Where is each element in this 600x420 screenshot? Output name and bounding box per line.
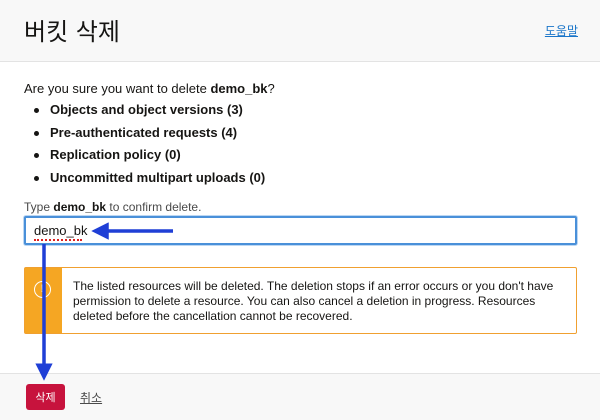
list-item: Uncommitted multipart uploads (0)	[30, 167, 265, 190]
cancel-link[interactable]: 취소	[80, 389, 102, 406]
dialog-footer: 삭제 취소	[0, 373, 600, 420]
resource-label: Uncommitted multipart uploads (0)	[50, 169, 266, 185]
confirm-label: Type demo_bk to confirm delete.	[24, 200, 201, 214]
list-item: Pre-authenticated requests (4)	[30, 122, 265, 145]
question-suffix: ?	[267, 81, 275, 96]
resource-label: Pre-authenticated requests (4)	[50, 124, 238, 140]
list-item: Replication policy (0)	[30, 144, 265, 167]
bullet-icon	[34, 175, 39, 181]
bullet-icon	[34, 108, 39, 113]
confirm-name-input[interactable]	[24, 216, 577, 245]
bucket-name: demo_bk	[210, 81, 268, 96]
confirm-bucket-name: demo_bk	[53, 200, 107, 214]
bullet-icon	[34, 153, 39, 158]
dialog-header: 버킷 삭제 도움말	[0, 0, 600, 62]
dialog-title: 버킷 삭제	[24, 18, 120, 46]
resource-label: Replication policy (0)	[50, 147, 181, 162]
question-prefix: Are you sure you want to delete	[24, 81, 211, 96]
help-link[interactable]: 도움말	[545, 22, 578, 39]
warning-text: The listed resources will be deleted. Th…	[73, 279, 554, 323]
warning-stripe: !	[25, 268, 62, 333]
warning-icon: !	[34, 281, 51, 298]
resource-list: Objects and object versions (3) Pre-auth…	[30, 99, 265, 189]
list-item: Objects and object versions (3)	[30, 99, 265, 122]
confirm-prefix: Type	[24, 200, 54, 214]
resource-label: Objects and object versions (3)	[50, 102, 243, 117]
delete-question: Are you sure you want to delete demo_bk?	[24, 81, 275, 96]
bullet-icon	[34, 130, 39, 136]
delete-button[interactable]: 삭제	[26, 384, 65, 410]
warning-box: ! The listed resources will be deleted. …	[24, 267, 577, 334]
confirm-suffix: to confirm delete.	[106, 200, 202, 214]
